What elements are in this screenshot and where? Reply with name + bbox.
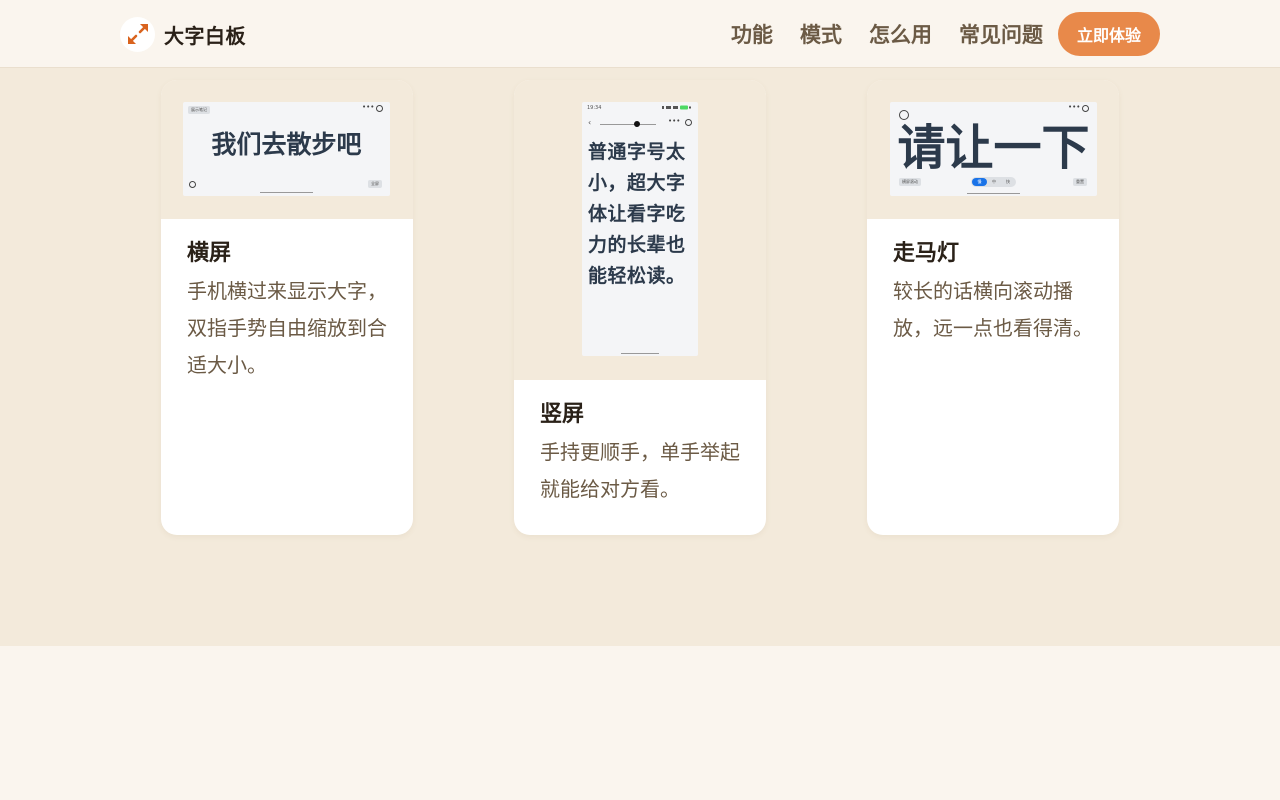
scroll-mode-chip: 横屏滚动	[899, 178, 921, 186]
card-body: 走马灯 较长的话横向滚动播放，远一点也看得清。	[867, 219, 1119, 347]
card-body: 横屏 手机横过来显示大字，双指手势自由缩放到合适大小。	[161, 219, 413, 384]
site-header: 大字白板 功能 模式 怎么用 常见问题 立即体验	[0, 0, 1280, 68]
nav-link-faq[interactable]: 常见问题	[959, 19, 1043, 49]
portrait-screen-mockup: 19:34 ‹ ••• 普通字号太小，超大字体让看字吃力的长辈也能轻松读。	[582, 102, 698, 356]
home-indicator	[260, 192, 313, 193]
landscape-screen-mockup: 展示笔记 ••• 我们去散步吧 全屏	[183, 102, 390, 196]
mode-card-marquee: ••• 请让一下 横屏滚动 慢 中 快 重置 走马灯 较长的话横向滚动播放，远一…	[867, 80, 1119, 535]
try-now-button[interactable]: 立即体验	[1057, 12, 1160, 56]
mode-card-portrait: 19:34 ‹ ••• 普通字号太小，超大字体让看字吃力的长辈也能轻松读。 竖屏…	[514, 80, 766, 535]
more-icon: •••	[1068, 103, 1081, 111]
speed-segment-medium: 中	[992, 179, 996, 184]
rotate-icon	[899, 110, 909, 120]
nav-link-features[interactable]: 功能	[731, 19, 773, 49]
status-time: 19:34	[587, 105, 602, 111]
portrait-display-text: 普通字号太小，超大字体让看字吃力的长辈也能轻松读。	[588, 141, 686, 287]
card-title: 走马灯	[893, 241, 960, 266]
font-size-slider-thumb	[634, 121, 640, 127]
marquee-display-text: 请让一下	[897, 120, 1090, 176]
more-icon: •••	[362, 103, 375, 111]
portrait-preview: 19:34 ‹ ••• 普通字号太小，超大字体让看字吃力的长辈也能轻松读。	[514, 80, 766, 380]
more-icon: •••	[668, 117, 681, 125]
home-indicator	[621, 353, 659, 354]
card-body: 竖屏 手持更顺手，单手举起就能给对方看。	[514, 380, 766, 508]
close-circle-icon	[1082, 105, 1089, 112]
mode-card-landscape: 展示笔记 ••• 我们去散步吧 全屏 横屏 手机横过来显示大字，双指手势自由缩放…	[161, 80, 413, 535]
brand-name: 大字白板	[164, 23, 246, 48]
close-circle-icon	[376, 105, 383, 112]
card-description: 手持更顺手，单手举起就能给对方看。	[540, 440, 740, 501]
modes-section: 展示笔记 ••• 我们去散步吧 全屏 横屏 手机横过来显示大字，双指手势自由缩放…	[0, 68, 1280, 646]
card-title: 横屏	[187, 241, 232, 266]
landscape-preview: 展示笔记 ••• 我们去散步吧 全屏	[161, 80, 413, 219]
landscape-display-text: 我们去散步吧	[211, 130, 362, 159]
speed-segment-fast: 快	[1006, 179, 1010, 184]
brand-logo-link[interactable]: 大字白板	[120, 16, 246, 52]
top-nav: 功能 模式 怎么用 常见问题 立即体验	[731, 12, 1160, 56]
expand-arrows-icon	[120, 16, 155, 52]
close-circle-icon	[685, 119, 692, 126]
speed-segmented-control: 慢 中 快	[971, 177, 1016, 187]
back-icon: ‹	[588, 118, 592, 127]
nav-link-modes[interactable]: 模式	[800, 19, 842, 49]
nav-link-how-to-use[interactable]: 怎么用	[869, 19, 932, 49]
fullscreen-chip: 全屏	[368, 180, 382, 188]
card-description: 较长的话横向滚动播放，远一点也看得清。	[893, 279, 1093, 340]
reset-chip: 重置	[1073, 178, 1087, 186]
rotate-icon	[189, 181, 196, 188]
card-description: 手机横过来显示大字，双指手势自由缩放到合适大小。	[187, 279, 387, 377]
home-indicator	[967, 193, 1020, 194]
font-size-slider-track	[600, 124, 656, 125]
speed-segment-slow: 慢	[972, 178, 987, 186]
marquee-screen-mockup: ••• 请让一下 横屏滚动 慢 中 快 重置	[890, 102, 1097, 196]
marquee-preview: ••• 请让一下 横屏滚动 慢 中 快 重置	[867, 80, 1119, 219]
card-title: 竖屏	[540, 402, 585, 427]
note-chip: 展示笔记	[188, 106, 210, 114]
status-indicators	[662, 105, 692, 110]
